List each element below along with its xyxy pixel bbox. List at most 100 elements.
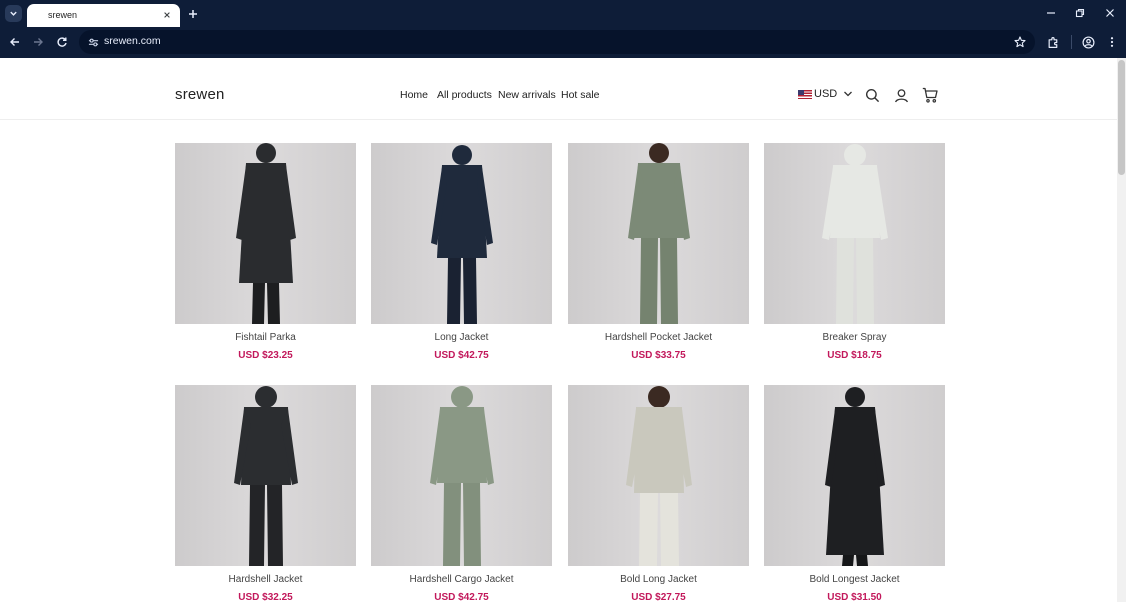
close-window-button[interactable] [1100, 4, 1120, 22]
figure-head [647, 386, 670, 408]
bookmark-button[interactable] [1011, 33, 1029, 51]
minimize-icon [1047, 12, 1055, 14]
figure-head [843, 144, 866, 166]
us-flag-icon [798, 89, 812, 99]
site-logo[interactable]: srewen [175, 86, 225, 103]
product-image[interactable] [764, 385, 945, 566]
more-vertical-icon [1110, 37, 1114, 47]
product-image[interactable] [371, 385, 552, 566]
product-figure [429, 386, 494, 566]
account-button[interactable] [893, 87, 909, 103]
product-price: USD $31.50 [827, 592, 882, 602]
nav-hot-sale[interactable]: Hot sale [561, 89, 600, 101]
product-name[interactable]: Hardshell Pocket Jacket [568, 332, 749, 343]
product-card[interactable]: Breaker Spray USD $18.75 [764, 143, 945, 361]
close-icon [1106, 9, 1114, 17]
extensions-button[interactable] [1044, 33, 1062, 51]
new-tab-button[interactable] [185, 6, 201, 22]
product-figure [625, 386, 692, 566]
minimize-button[interactable] [1041, 4, 1061, 22]
browser-menu-button[interactable] [1103, 33, 1121, 51]
restore-button[interactable] [1070, 4, 1090, 22]
tune-icon [88, 38, 98, 46]
product-name[interactable]: Hardshell Cargo Jacket [371, 574, 552, 585]
figure-legs [835, 238, 874, 324]
tab-title: srewen [48, 10, 78, 20]
product-figure [430, 145, 493, 324]
product-card[interactable]: Bold Long Jacket USD $27.75 [568, 385, 749, 602]
toolbar-divider [1071, 35, 1072, 49]
nav-all-products[interactable]: All products [437, 89, 492, 101]
reload-icon [57, 37, 67, 47]
product-name[interactable]: Bold Longest Jacket [764, 574, 945, 585]
browser-toolbar: srewen.com [0, 27, 1126, 58]
tab-search-button[interactable] [5, 5, 22, 22]
plus-icon [189, 10, 197, 18]
product-image[interactable] [568, 143, 749, 324]
address-bar[interactable]: srewen.com [79, 30, 1035, 54]
user-icon [894, 88, 908, 102]
star-icon [1014, 36, 1026, 48]
product-image[interactable] [568, 385, 749, 566]
product-figure [627, 143, 690, 324]
product-figure [233, 386, 298, 566]
currency-selector[interactable]: USD [798, 88, 854, 100]
profile-button[interactable] [1079, 33, 1097, 51]
search-button[interactable] [864, 87, 880, 103]
product-name[interactable]: Long Jacket [371, 332, 552, 343]
site-info-button[interactable] [85, 34, 101, 50]
figure-head [254, 386, 277, 408]
arrow-right-icon [34, 38, 43, 46]
figure-head [451, 145, 472, 165]
restore-icon [1075, 8, 1085, 18]
arrow-left-icon [10, 38, 19, 46]
product-image[interactable] [175, 385, 356, 566]
product-image[interactable] [764, 143, 945, 324]
product-image[interactable] [371, 143, 552, 324]
product-price: USD $23.25 [238, 350, 293, 361]
figure-head [255, 143, 276, 163]
product-price: USD $33.75 [631, 350, 686, 361]
product-figure [235, 143, 296, 324]
favicon-icon [35, 11, 45, 21]
product-card[interactable]: Hardshell Cargo Jacket USD $42.75 [371, 385, 552, 602]
figure-legs [251, 283, 280, 324]
figure-body [633, 163, 684, 238]
product-card[interactable]: Bold Longest Jacket USD $31.50 [764, 385, 945, 602]
close-icon [164, 12, 170, 18]
browser-tab-active[interactable]: srewen [27, 4, 180, 27]
product-price: USD $27.75 [631, 592, 686, 602]
product-card[interactable]: Long Jacket USD $42.75 [371, 143, 552, 361]
tab-close-button[interactable] [160, 8, 174, 22]
figure-legs [638, 493, 679, 566]
site-header: srewen Home All products New arrivals Ho… [0, 58, 1117, 120]
product-image[interactable] [175, 143, 356, 324]
figure-legs [841, 555, 868, 566]
figure-head [648, 143, 669, 163]
figure-head [844, 387, 865, 407]
search-icon [865, 88, 879, 102]
figure-body [436, 407, 487, 483]
nav-new-arrivals[interactable]: New arrivals [498, 89, 556, 101]
product-name[interactable]: Bold Long Jacket [568, 574, 749, 585]
product-card[interactable]: Hardshell Jacket USD $32.25 [175, 385, 356, 602]
back-button[interactable] [6, 33, 24, 51]
nav-home[interactable]: Home [400, 89, 428, 101]
product-name[interactable]: Fishtail Parka [175, 332, 356, 343]
product-card[interactable]: Fishtail Parka USD $23.25 [175, 143, 356, 361]
product-name[interactable]: Breaker Spray [764, 332, 945, 343]
url-text[interactable]: srewen.com [104, 35, 161, 47]
figure-legs [248, 485, 283, 566]
product-name[interactable]: Hardshell Jacket [175, 574, 356, 585]
figure-legs [442, 483, 481, 566]
forward-button[interactable] [29, 33, 47, 51]
account-circle-icon [1081, 35, 1095, 49]
page-scrollbar[interactable] [1117, 58, 1126, 602]
figure-legs [446, 258, 477, 324]
product-card[interactable]: Hardshell Pocket Jacket USD $33.75 [568, 143, 749, 361]
figure-body [633, 407, 684, 493]
chevron-down-icon [844, 91, 853, 97]
cart-button[interactable] [922, 87, 938, 103]
scrollbar-thumb[interactable] [1118, 60, 1125, 175]
reload-button[interactable] [53, 33, 71, 51]
